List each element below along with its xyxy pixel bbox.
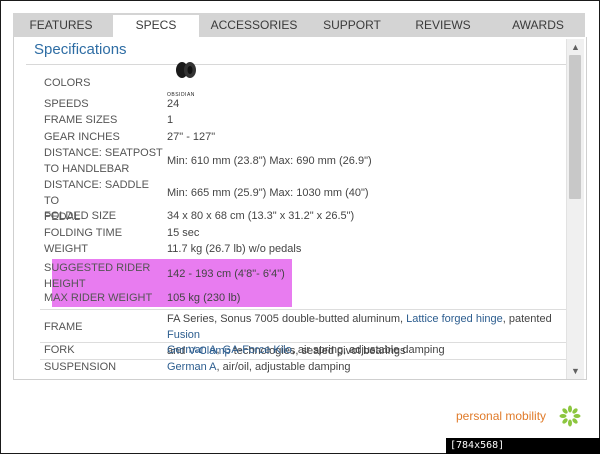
spec-label: FRAME xyxy=(44,321,83,333)
spec-value: 27" - 127" xyxy=(167,131,216,143)
spec-label: FRAME SIZES xyxy=(44,114,118,126)
spec-value: Min: 665 mm (25.9") Max: 1030 mm (40") xyxy=(167,187,369,199)
scroll-up-button[interactable]: ▲ xyxy=(567,39,584,55)
spec-text: FA Series, Sonus 7005 double-butted alum… xyxy=(167,313,407,325)
lattice-hinge-link[interactable]: Lattice forged hinge xyxy=(406,313,503,325)
german-a-link[interactable]: German A xyxy=(167,344,217,356)
spec-text: , patented xyxy=(502,313,552,325)
spec-value: 11.7 kg (26.7 lb) w/o pedals xyxy=(167,243,302,255)
tab-reviews[interactable]: REVIEWS xyxy=(395,13,491,37)
spec-label: SUGGESTED RIDER HEIGHT xyxy=(44,260,164,292)
spec-text: , air/oil, adjustable damping xyxy=(216,361,351,373)
spec-value: 24 xyxy=(167,98,180,110)
page-frame: FEATURES SPECS ACCESSORIES SUPPORT REVIE… xyxy=(0,0,600,454)
spec-label: GEAR INCHES xyxy=(44,131,120,143)
watermark-badge: [784x568] https://upic.me/ xyxy=(446,438,600,467)
spec-value: 15 sec xyxy=(167,227,200,239)
tab-specs[interactable]: SPECS xyxy=(113,15,199,39)
spec-label: SUSPENSION xyxy=(44,361,117,373)
spec-label-line1: DISTANCE: SEATPOST xyxy=(44,147,163,159)
spec-label-line1: DISTANCE: SADDLE TO xyxy=(44,179,149,207)
brand-tagline: personal mobility xyxy=(456,409,547,423)
color-swatch[interactable]: OBSIDIAN xyxy=(167,62,557,98)
spec-label-line2: HEIGHT xyxy=(44,278,86,290)
spec-label: FOLDING TIME xyxy=(44,227,123,239)
spec-label-line2: TO HANDLEBAR xyxy=(44,163,130,175)
spec-value: German A, air/oil, adjustable damping xyxy=(167,359,557,375)
scroll-down-button[interactable]: ▼ xyxy=(567,363,584,379)
spec-label: SPEEDS xyxy=(44,98,89,110)
specs-panel: Specifications COLORS OBSIDIAN SPEEDS 24… xyxy=(13,37,587,380)
spec-label: COLORS xyxy=(44,77,91,89)
tab-awards[interactable]: AWARDS xyxy=(491,13,585,37)
spec-label: DISTANCE: SEATPOST TO HANDLEBAR xyxy=(44,145,164,177)
spec-label: WEIGHT xyxy=(44,243,88,255)
tab-accessories[interactable]: ACCESSORIES xyxy=(199,13,309,37)
spec-label: FORK xyxy=(44,344,75,356)
fusion-link[interactable]: Fusion xyxy=(167,329,200,341)
spec-value: 34 x 80 x 68 cm (13.3" x 31.2" x 26.5") xyxy=(167,210,355,222)
ga-force-kilo-link[interactable]: GA-Force Kilo xyxy=(223,344,292,356)
spec-label: MAX RIDER WEIGHT xyxy=(44,292,153,304)
spec-text: , air spring, adjustable damping xyxy=(291,344,445,356)
brand-logo-icon xyxy=(559,405,581,427)
spec-value: Min: 610 mm (23.8") Max: 690 mm (26.9") xyxy=(167,155,372,167)
spec-value: 1 xyxy=(167,114,174,126)
title-divider xyxy=(26,64,566,65)
spec-label-line1: SUGGESTED RIDER xyxy=(44,262,151,274)
divider xyxy=(40,309,566,310)
vertical-scrollbar[interactable]: ▲ ▼ xyxy=(566,39,584,379)
tab-support[interactable]: SUPPORT xyxy=(309,13,395,37)
spec-value: 105 kg (230 lb) xyxy=(167,292,241,304)
spec-value: 142 - 193 cm (4'8"- 6'4") xyxy=(167,268,285,280)
page-title: Specifications xyxy=(34,41,127,58)
german-a-link[interactable]: German A xyxy=(167,361,217,373)
scrollbar-thumb[interactable] xyxy=(569,55,581,199)
spec-value: German A, GA-Force Kilo, air spring, adj… xyxy=(167,342,557,358)
spec-label: FOLDED SIZE xyxy=(44,210,117,222)
tab-bar: FEATURES SPECS ACCESSORIES SUPPORT REVIE… xyxy=(13,13,585,39)
tab-features[interactable]: FEATURES xyxy=(13,13,109,37)
